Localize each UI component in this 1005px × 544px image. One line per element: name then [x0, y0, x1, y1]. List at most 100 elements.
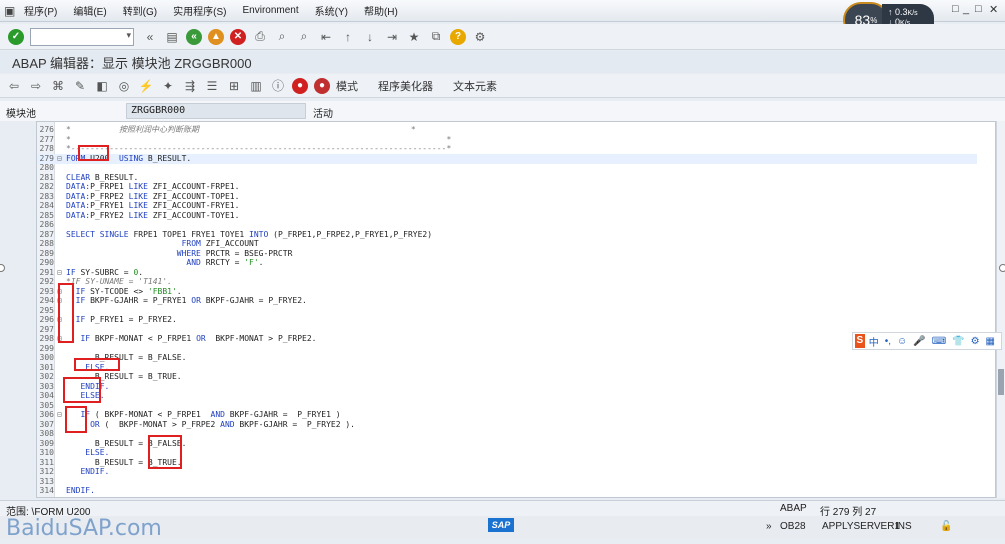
- code-line[interactable]: 278 *------------------------------------…: [37, 144, 977, 154]
- lock-icon[interactable]: 🔓: [940, 521, 952, 532]
- code-line[interactable]: 297: [37, 325, 977, 335]
- other-object-icon[interactable]: ⌘: [50, 78, 66, 94]
- print-icon[interactable]: ⎙: [252, 29, 268, 45]
- code-line[interactable]: 299: [37, 344, 977, 354]
- code-line[interactable]: 307 OR ( BKPF-MONAT > P_FRPE2 AND BKPF-G…: [37, 420, 977, 430]
- code-line[interactable]: 286: [37, 220, 977, 230]
- code-line[interactable]: 277 * *: [37, 135, 977, 145]
- object-list-icon[interactable]: ☰: [204, 78, 220, 94]
- left-resize-handle[interactable]: [0, 264, 5, 272]
- display-change-icon[interactable]: ✎: [72, 78, 88, 94]
- test-icon[interactable]: ✦: [160, 78, 176, 94]
- code-line[interactable]: 290 AND RRCTY = 'F'.: [37, 258, 977, 268]
- pattern-button[interactable]: 模式: [336, 78, 358, 94]
- code-line[interactable]: 276 * 按照利润中心判断账期 *: [37, 125, 977, 135]
- code-line[interactable]: 291 ⊟ IF SY-SUBRC = 0.: [37, 268, 977, 278]
- ime-punctuation[interactable]: •,: [885, 336, 891, 347]
- gear-icon[interactable]: ⚙: [472, 29, 488, 45]
- exit-icon[interactable]: ▲: [208, 28, 224, 45]
- customize-icon[interactable]: □: [952, 3, 959, 15]
- pretty-printer-button[interactable]: 程序美化器: [378, 78, 433, 94]
- ime-skin-icon[interactable]: 👕: [952, 336, 964, 347]
- ime-settings-icon[interactable]: ⚙: [971, 336, 980, 347]
- right-resize-handle[interactable]: [999, 264, 1005, 272]
- last-page-icon[interactable]: ⇥: [384, 29, 400, 45]
- code-line[interactable]: 294 ⊟ IF BKPF-GJAHR = P_FRYE1 OR BKPF-GJA…: [37, 296, 977, 306]
- code-line[interactable]: 300 B_RESULT = B_FALSE.: [37, 353, 977, 363]
- arrow-right-icon[interactable]: ⇨: [28, 78, 44, 94]
- ime-chinese-mode[interactable]: 中: [869, 334, 879, 349]
- breakpoint-icon[interactable]: ●: [292, 77, 308, 94]
- code-line[interactable]: 296 ⊟ IF P_FRYE1 = P_FRYE2.: [37, 315, 977, 325]
- menu-program[interactable]: 程序(P): [24, 3, 57, 18]
- save-icon[interactable]: ▤: [164, 29, 180, 45]
- help-icon[interactable]: ?: [450, 28, 466, 45]
- status-nav-icon[interactable]: »: [766, 521, 772, 532]
- ime-voice-icon[interactable]: 🎤: [913, 336, 925, 347]
- chevron-down-icon[interactable]: ▾: [126, 30, 131, 41]
- arrow-left-icon[interactable]: ⇦: [6, 78, 22, 94]
- code-line[interactable]: 281 CLEAR B_RESULT.: [37, 173, 977, 183]
- info-icon[interactable]: ⓘ: [270, 78, 286, 94]
- cancel-icon[interactable]: ✕: [230, 28, 246, 45]
- code-line[interactable]: 292 *IF SY-UNAME = 'T141'.: [37, 277, 977, 287]
- code-line[interactable]: 298 ⊟ IF BKPF-MONAT < P_FRPE1 OR BKPF-MON…: [37, 334, 977, 344]
- code-line[interactable]: 304 ELSE.: [37, 391, 977, 401]
- find-icon[interactable]: ⌕: [274, 29, 290, 45]
- code-line[interactable]: 282 DATA:P_FRPE1 LIKE ZFI_ACCOUNT-FRPE1.: [37, 182, 977, 192]
- ime-logo[interactable]: S: [855, 334, 865, 348]
- code-line[interactable]: 295: [37, 306, 977, 316]
- next-page-icon[interactable]: ↓: [362, 29, 378, 45]
- back-icon[interactable]: «: [186, 28, 202, 45]
- first-page-icon[interactable]: ⇤: [318, 29, 334, 45]
- menu-environment[interactable]: Environment: [242, 5, 298, 16]
- ime-emoji-icon[interactable]: ☺: [897, 336, 907, 347]
- text-elements-button[interactable]: 文本元素: [453, 78, 497, 94]
- vertical-scrollbar[interactable]: [996, 121, 1005, 498]
- where-used-icon[interactable]: ⇶: [182, 78, 198, 94]
- code-line[interactable]: 315 ELSE.: [37, 496, 977, 498]
- system-menu-icon[interactable]: ▣: [4, 4, 18, 18]
- fold-icon[interactable]: ⊟: [57, 154, 66, 164]
- command-field[interactable]: ▾: [30, 27, 134, 46]
- code-line[interactable]: 302 B_RESULT = B_TRUE.: [37, 372, 977, 382]
- ime-keyboard-icon[interactable]: ⌨: [932, 336, 946, 347]
- code-line[interactable]: 289 WHERE PRCTR = BSEG-PRCTR: [37, 249, 977, 259]
- navigation-window-icon[interactable]: ▥: [248, 78, 264, 94]
- menu-system[interactable]: 系统(Y): [315, 3, 348, 18]
- code-line[interactable]: 279 ⊟ FORM U200 USING B_RESULT.: [37, 153, 977, 164]
- code-line[interactable]: 314 ENDIF.: [37, 486, 977, 496]
- create-session-icon[interactable]: ★: [406, 29, 422, 45]
- shortcut-icon[interactable]: ⧉: [428, 29, 444, 45]
- code-line[interactable]: 293 ⊟ IF SY-TCODE <> 'FBB1'.: [37, 287, 977, 297]
- check-syntax-icon[interactable]: ◎: [116, 78, 132, 94]
- active-inactive-icon[interactable]: ◧: [94, 78, 110, 94]
- fold-icon[interactable]: ⊟: [57, 268, 66, 278]
- hierarchy-icon[interactable]: ⊞: [226, 78, 242, 94]
- enter-check-icon[interactable]: ✓: [8, 28, 24, 45]
- ime-toolbox-icon[interactable]: ▦: [986, 336, 995, 347]
- menu-help[interactable]: 帮助(H): [364, 3, 398, 18]
- code-line[interactable]: 280: [37, 163, 977, 173]
- collapse-double-left-icon[interactable]: «: [142, 29, 158, 45]
- code-line[interactable]: 285 DATA:P_FRYE2 LIKE ZFI_ACCOUNT-TOYE1.: [37, 211, 977, 221]
- activate-icon[interactable]: ⚡: [138, 78, 154, 94]
- prev-page-icon[interactable]: ↑: [340, 29, 356, 45]
- close-icon[interactable]: ✕: [989, 3, 998, 16]
- minimize-icon[interactable]: _: [963, 3, 969, 15]
- menu-utilities[interactable]: 实用程序(S): [173, 3, 226, 18]
- code-line[interactable]: 283 DATA:P_FRPE2 LIKE ZFI_ACCOUNT-TOPE1.: [37, 192, 977, 202]
- scrollbar-thumb[interactable]: [998, 369, 1004, 395]
- code-line[interactable]: 301 ELSE.: [37, 363, 977, 373]
- code-line[interactable]: 284 DATA:P_FRYE1 LIKE ZFI_ACCOUNT-FRYE1.: [37, 201, 977, 211]
- code-editor[interactable]: 276 * 按照利润中心判断账期 * 277 * * 278 *-------------…: [36, 121, 996, 498]
- find-next-icon[interactable]: ⌕: [296, 29, 312, 45]
- maximize-icon[interactable]: □: [975, 3, 982, 15]
- code-line[interactable]: 303 ENDIF.: [37, 382, 977, 392]
- code-line[interactable]: 288 FROM ZFI_ACCOUNT: [37, 239, 977, 249]
- code-line[interactable]: 287 SELECT SINGLE FRPE1 TOPE1 FRYE1 TOYE1…: [37, 230, 977, 240]
- code-line[interactable]: 305: [37, 401, 977, 411]
- session-breakpoint-icon[interactable]: ●: [314, 77, 330, 94]
- code-line[interactable]: 313: [37, 477, 977, 487]
- code-line[interactable]: 306 ⊟ IF ( BKPF-MONAT < P_FRPE1 AND BKPF-…: [37, 410, 977, 420]
